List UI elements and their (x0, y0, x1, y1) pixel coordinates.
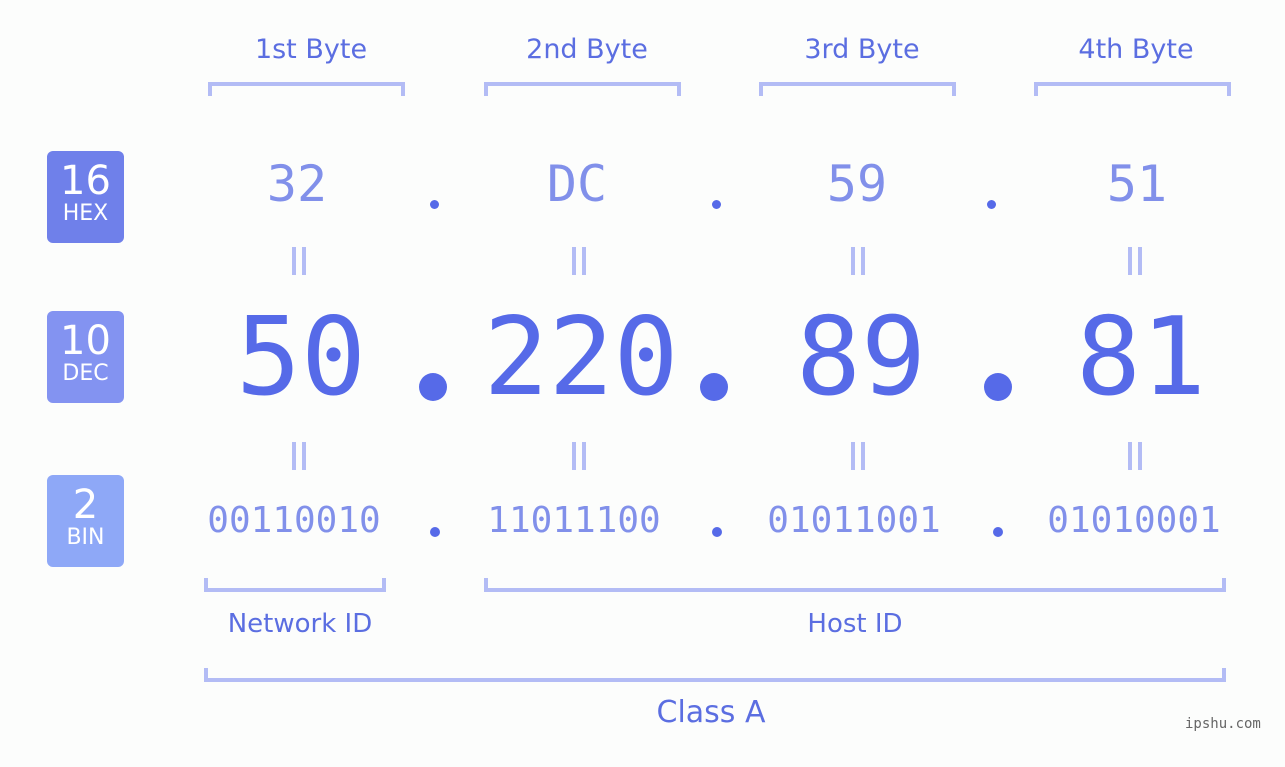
bin-dot-3 (993, 527, 1003, 537)
network-id-label: Network ID (227, 609, 373, 639)
header-byte-4: 4th Byte (1078, 34, 1194, 65)
bin-dot-2 (712, 527, 722, 537)
equals-icon (1128, 247, 1142, 275)
bin-byte-2: 11011100 (487, 500, 661, 541)
network-id-bracket (204, 578, 386, 592)
dec-dot-1 (419, 373, 447, 401)
bracket-byte-2 (484, 82, 681, 96)
bin-byte-3: 01011001 (767, 500, 941, 541)
dec-byte-4: 81 (1075, 295, 1207, 420)
class-label: Class A (656, 695, 766, 730)
bin-badge-number: 2 (72, 482, 99, 528)
hex-badge: 16 HEX (47, 151, 124, 243)
dec-dot-3 (984, 373, 1012, 401)
header-byte-1: 1st Byte (254, 34, 368, 65)
equals-icon (851, 442, 865, 470)
hex-badge-number: 16 (60, 158, 111, 204)
bin-dot-1 (430, 527, 440, 537)
bin-badge: 2 BIN (47, 475, 124, 567)
hex-badge-label: HEX (62, 201, 109, 226)
bin-badge-label: BIN (66, 525, 105, 550)
equals-icon (572, 442, 586, 470)
header-byte-3: 3rd Byte (804, 34, 920, 65)
dec-dot-2 (700, 373, 728, 401)
dec-byte-2: 220 (483, 295, 679, 420)
host-id-label: Host ID (807, 609, 903, 639)
dec-byte-1: 50 (235, 295, 367, 420)
hex-dot-2 (712, 200, 721, 209)
bin-byte-1: 00110010 (207, 500, 381, 541)
watermark: ipshu.com (1185, 716, 1261, 732)
hex-dot-1 (430, 200, 439, 209)
bracket-byte-4 (1034, 82, 1231, 96)
class-bracket (204, 668, 1226, 682)
hex-byte-1: 32 (266, 155, 328, 213)
dec-badge-label: DEC (62, 361, 109, 386)
equals-icon (292, 442, 306, 470)
bracket-byte-3 (759, 82, 956, 96)
header-byte-2: 2nd Byte (526, 34, 648, 65)
equals-icon (572, 247, 586, 275)
dec-badge: 10 DEC (47, 311, 124, 403)
bin-byte-4: 01010001 (1047, 500, 1221, 541)
equals-icon (851, 247, 865, 275)
dec-badge-number: 10 (60, 318, 111, 364)
bracket-byte-1 (208, 82, 405, 96)
hex-dot-3 (987, 200, 996, 209)
equals-icon (292, 247, 306, 275)
hex-byte-4: 51 (1106, 155, 1168, 213)
equals-icon (1128, 442, 1142, 470)
dec-byte-3: 89 (795, 295, 927, 420)
host-id-bracket (484, 578, 1226, 592)
hex-byte-2: DC (546, 155, 608, 213)
hex-byte-3: 59 (826, 155, 888, 213)
